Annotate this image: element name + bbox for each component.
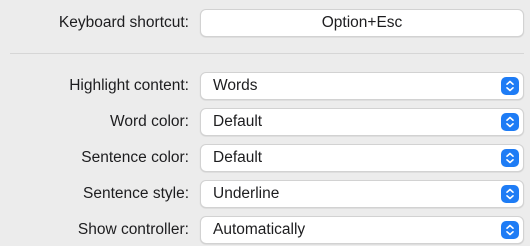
- show-controller-select[interactable]: Automatically: [200, 216, 524, 244]
- highlight-content-select[interactable]: Words: [200, 72, 524, 100]
- keyboard-shortcut-row: Keyboard shortcut: Option+Esc: [0, 9, 530, 37]
- section-divider: [10, 53, 524, 54]
- word-color-row: Word color: Default: [0, 108, 530, 136]
- sentence-style-row: Sentence style: Underline: [0, 180, 530, 208]
- word-color-value: Default: [213, 113, 263, 130]
- show-controller-label: Show controller:: [77, 221, 189, 238]
- chevron-updown-icon: [501, 185, 519, 203]
- highlight-content-row: Highlight content: Words: [0, 72, 530, 100]
- sentence-color-row: Sentence color: Default: [0, 144, 530, 172]
- highlight-content-value: Words: [213, 77, 258, 94]
- sentence-style-value: Underline: [213, 185, 280, 202]
- highlight-content-label: Highlight content:: [69, 77, 189, 94]
- keyboard-shortcut-button[interactable]: Option+Esc: [200, 9, 524, 37]
- word-color-label: Word color:: [110, 113, 189, 130]
- chevron-updown-icon: [501, 77, 519, 95]
- chevron-updown-icon: [501, 221, 519, 239]
- word-color-select[interactable]: Default: [200, 108, 524, 136]
- sentence-style-select[interactable]: Underline: [200, 180, 524, 208]
- sentence-color-label: Sentence color:: [81, 149, 189, 166]
- sentence-color-value: Default: [213, 149, 263, 166]
- show-controller-row: Show controller: Automatically: [0, 216, 530, 244]
- chevron-updown-icon: [501, 113, 519, 131]
- sentence-color-select[interactable]: Default: [200, 144, 524, 172]
- speech-settings-panel: Keyboard shortcut: Option+Esc Highlight …: [0, 0, 530, 246]
- keyboard-shortcut-label: Keyboard shortcut:: [58, 14, 189, 31]
- chevron-updown-icon: [501, 149, 519, 167]
- sentence-style-label: Sentence style:: [83, 185, 189, 202]
- show-controller-value: Automatically: [213, 221, 306, 238]
